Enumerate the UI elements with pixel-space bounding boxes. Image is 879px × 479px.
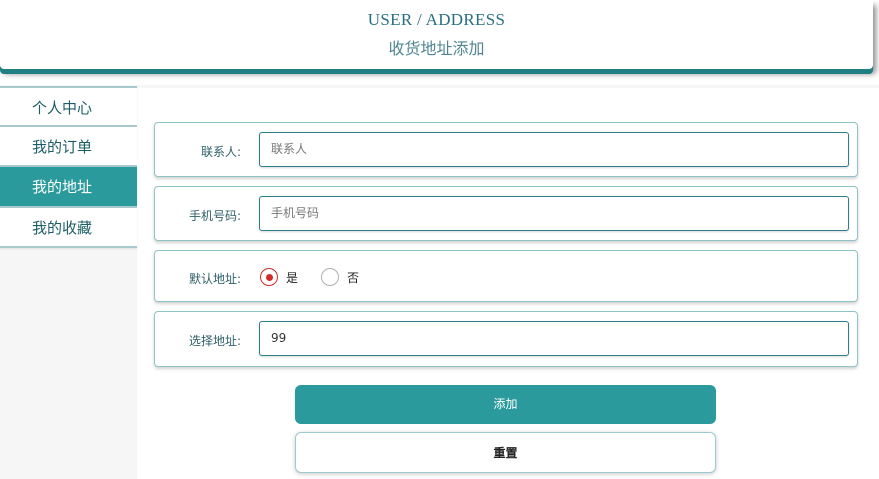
phone-label: 手机号码: bbox=[188, 209, 241, 223]
sidebar-item-profile[interactable]: 个人中心 bbox=[0, 86, 137, 127]
address-row: 选择地址: 99 bbox=[154, 311, 858, 367]
default-address-row: 默认地址: 是 否 bbox=[154, 250, 858, 302]
reset-button[interactable]: 重置 bbox=[295, 432, 716, 473]
sidebar-item-label: 个人中心 bbox=[32, 99, 93, 117]
contact-input[interactable]: 联系人 bbox=[259, 132, 849, 167]
sidebar-item-label: 我的地址 bbox=[32, 178, 93, 196]
phone-row: 手机号码: 手机号码 bbox=[154, 186, 858, 241]
sidebar: 个人中心 我的订单 我的地址 我的收藏 bbox=[0, 86, 137, 248]
default-address-label: 默认地址: bbox=[188, 272, 241, 286]
phone-input[interactable]: 手机号码 bbox=[259, 196, 849, 231]
contact-row: 联系人: 联系人 bbox=[154, 122, 858, 177]
page-header: USER / ADDRESS 收货地址添加 bbox=[0, 0, 873, 69]
contact-label: 联系人: bbox=[200, 145, 241, 159]
header-title-cn: 收货地址添加 bbox=[388, 39, 485, 58]
sidebar-item-favorites[interactable]: 我的收藏 bbox=[0, 207, 137, 248]
default-no-radio[interactable] bbox=[321, 268, 339, 286]
sidebar-item-label: 我的收藏 bbox=[32, 218, 93, 237]
sidebar-item-address[interactable]: 我的地址 bbox=[0, 167, 137, 208]
header-title-en: USER / ADDRESS bbox=[367, 10, 506, 29]
sidebar-item-label: 我的订单 bbox=[32, 137, 93, 156]
address-select[interactable]: 99 bbox=[259, 321, 849, 356]
default-no-label: 否 bbox=[347, 271, 360, 285]
sidebar-item-orders[interactable]: 我的订单 bbox=[0, 126, 137, 167]
add-button[interactable]: 添加 bbox=[295, 385, 716, 424]
address-label: 选择地址: bbox=[188, 334, 241, 348]
default-yes-label: 是 bbox=[286, 271, 299, 285]
default-yes-radio[interactable] bbox=[260, 268, 278, 286]
